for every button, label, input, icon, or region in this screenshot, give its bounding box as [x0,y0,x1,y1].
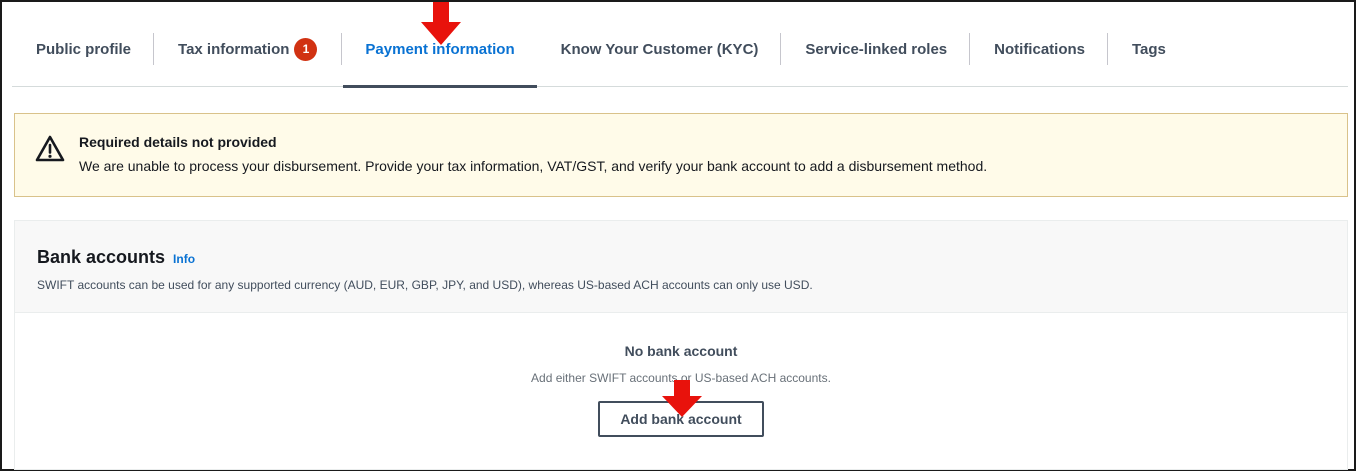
tab-tax-information[interactable]: Tax information 1 [154,12,341,87]
panel-title-row: Bank accounts Info [37,247,1325,268]
tab-label: Public profile [36,40,132,58]
notification-badge: 1 [294,37,318,61]
warning-alert: Required details not provided We are una… [14,113,1348,197]
alert-content: Required details not provided We are una… [79,132,987,174]
tab-divider [341,33,343,65]
panel-title: Bank accounts [37,247,166,267]
tab-bar: Public profile Tax information 1 Payment… [12,12,1348,88]
tab-label: Notifications [994,40,1085,58]
tab-service-linked-roles[interactable]: Service-linked roles [781,12,969,87]
tab-label: Know Your Customer (KYC) [560,40,759,58]
empty-state-title: No bank account [624,343,738,359]
panel-description: SWIFT accounts can be used for any suppo… [37,278,813,292]
tab-label: Service-linked roles [805,40,948,58]
warning-icon [35,135,65,162]
tab-notifications[interactable]: Notifications [970,12,1107,87]
page-frame: Public profile Tax information 1 Payment… [0,0,1356,471]
red-arrow-icon [421,2,461,45]
alert-message: We are unable to process your disburseme… [79,158,988,174]
tab-tags[interactable]: Tags [1108,12,1188,87]
red-arrow-icon [662,380,702,417]
alert-title: Required details not provided [79,134,277,150]
panel-header: Bank accounts Info SWIFT accounts can be… [15,221,1347,313]
bank-accounts-panel: Bank accounts Info SWIFT accounts can be… [14,220,1348,470]
empty-state: No bank account Add either SWIFT account… [15,313,1347,437]
tab-know-your-customer[interactable]: Know Your Customer (KYC) [537,12,781,87]
tab-public-profile[interactable]: Public profile [12,12,153,87]
info-link[interactable]: Info [173,252,195,266]
tab-label: Tags [1132,40,1166,58]
tab-label: Tax information [178,40,290,58]
